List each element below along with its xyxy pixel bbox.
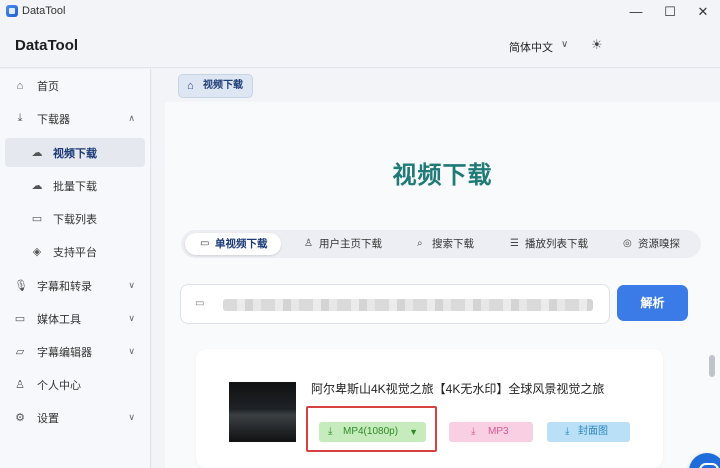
theme-toggle-icon[interactable]: ☀ bbox=[591, 37, 603, 53]
url-input[interactable]: ▭ bbox=[180, 284, 610, 324]
microphone-icon: 🎙 bbox=[14, 280, 28, 292]
mode-label: 播放列表下载 bbox=[525, 238, 588, 250]
sidebar-item-label: 支持平台 bbox=[53, 246, 97, 259]
sidebar: ⌂ 首页 ⤓ 下载器 ∧ ☁ 视频下载 ☁ 批量下载 ▭ 下载列表 ◈ 支持平台… bbox=[0, 69, 151, 468]
chevron-down-icon: ∨ bbox=[128, 280, 135, 290]
chevron-up-icon: ∧ bbox=[128, 113, 135, 123]
sidebar-item-label: 批量下载 bbox=[53, 180, 97, 193]
mp4-label: MP4(1080p) bbox=[343, 426, 399, 437]
sidebar-item-batch-download[interactable]: ☁ 批量下载 bbox=[5, 171, 145, 200]
url-input-value-blurred bbox=[223, 299, 593, 311]
video-title: 阿尔卑斯山4K视觉之旅【4K无水印】全球风景视觉之旅 bbox=[311, 382, 605, 396]
app-header: DataTool 简体中文 ∨ ☀ bbox=[0, 24, 720, 68]
sidebar-item-label: 字幕编辑器 bbox=[37, 346, 92, 359]
download-icon: ⤓ bbox=[17, 112, 23, 124]
sidebar-item-label: 下载列表 bbox=[53, 213, 97, 226]
download-icon: ⤓ bbox=[565, 426, 570, 437]
mode-label: 单视频下载 bbox=[215, 238, 268, 250]
parse-button[interactable]: 解析 bbox=[617, 285, 688, 321]
video-camera-icon: ▭ bbox=[14, 313, 26, 325]
sidebar-item-downloader[interactable]: ⤓ 下载器 ∧ bbox=[5, 104, 145, 133]
cover-download-button[interactable]: ⤓ 封面图 bbox=[547, 422, 630, 442]
sidebar-item-label: 媒体工具 bbox=[37, 313, 81, 326]
cube-icon: ◈ bbox=[32, 246, 42, 258]
archive-icon: ▭ bbox=[31, 213, 43, 225]
download-icon: ⤓ bbox=[471, 426, 476, 437]
tab-playlist-download[interactable]: ☰ 播放列表下载 bbox=[508, 233, 588, 255]
download-icon: ⤓ bbox=[328, 426, 333, 437]
mp4-download-button[interactable]: ⤓ MP4(1080p) ▼ bbox=[319, 422, 426, 442]
tab-single-video[interactable]: ▭ 单视频下载 bbox=[185, 233, 281, 255]
sidebar-item-download-list[interactable]: ▭ 下载列表 bbox=[5, 204, 145, 233]
page-title: 视频下载 bbox=[392, 162, 493, 189]
sidebar-item-supported-platforms[interactable]: ◈ 支持平台 bbox=[5, 237, 145, 266]
compass-icon: ◎ bbox=[623, 238, 632, 249]
home-icon: ⌂ bbox=[187, 80, 194, 92]
maximize-button[interactable]: ☐ bbox=[655, 2, 685, 22]
user-icon: ♙ bbox=[304, 238, 313, 249]
sidebar-item-video-download[interactable]: ☁ 视频下载 bbox=[5, 138, 145, 167]
app-logo-icon bbox=[6, 5, 18, 17]
video-thumbnail bbox=[229, 382, 296, 442]
download-mode-tabs: ▭ 单视频下载 ♙ 用户主页下载 ⌕ 搜索下载 ☰ 播放列表下载 ◎ 资源嗅探 bbox=[181, 230, 701, 258]
sidebar-item-label: 下载器 bbox=[37, 113, 70, 126]
sidebar-item-home[interactable]: ⌂ 首页 bbox=[5, 71, 145, 100]
chevron-down-icon: ∨ bbox=[128, 412, 135, 422]
tab-resource-sniffing[interactable]: ◎ 资源嗅探 bbox=[621, 233, 680, 255]
video-icon: ▭ bbox=[200, 238, 210, 249]
chevron-down-icon: ∨ bbox=[128, 346, 135, 356]
subtitle-edit-icon: ▱ bbox=[15, 346, 25, 358]
tab-video-download[interactable]: ⌂ 视频下载 bbox=[178, 74, 253, 98]
tab-label: 视频下载 bbox=[203, 80, 243, 91]
sidebar-item-subtitles[interactable]: 🎙 字幕和转录 ∨ bbox=[5, 271, 145, 300]
result-card: 阿尔卑斯山4K视觉之旅【4K无水印】全球风景视觉之旅 ⤓ MP4(1080p) … bbox=[196, 349, 663, 468]
window-titlebar: DataTool — ☐ ✕ bbox=[0, 0, 720, 24]
sidebar-item-label: 视频下载 bbox=[53, 147, 97, 160]
sidebar-item-subtitle-editor[interactable]: ▱ 字幕编辑器 ∨ bbox=[5, 337, 145, 366]
user-icon: ♙ bbox=[15, 379, 25, 391]
mode-label: 搜索下载 bbox=[432, 238, 474, 250]
gear-icon: ⚙ bbox=[15, 412, 25, 424]
caret-down-icon[interactable]: ▼ bbox=[409, 422, 418, 442]
sidebar-item-profile[interactable]: ♙ 个人中心 bbox=[5, 370, 145, 399]
main-area: ⌂ 视频下载 视频下载 ▭ 单视频下载 ♙ 用户主页下载 ⌕ 搜索下载 ☰ 播放… bbox=[152, 69, 720, 468]
sidebar-item-settings[interactable]: ⚙ 设置 ∨ bbox=[5, 403, 145, 432]
chevron-down-icon: ∨ bbox=[128, 313, 135, 323]
page-tabbar: ⌂ 视频下载 bbox=[152, 69, 720, 102]
tab-user-homepage[interactable]: ♙ 用户主页下载 bbox=[302, 233, 382, 255]
sidebar-item-label: 字幕和转录 bbox=[37, 280, 92, 293]
search-icon: ⌕ bbox=[417, 238, 423, 249]
content-panel: 视频下载 ▭ 单视频下载 ♙ 用户主页下载 ⌕ 搜索下载 ☰ 播放列表下载 ◎ … bbox=[165, 102, 720, 468]
list-icon: ☰ bbox=[510, 238, 519, 249]
cloud-download-icon: ☁ bbox=[31, 147, 43, 159]
sidebar-item-label: 首页 bbox=[37, 80, 59, 93]
home-icon: ⌂ bbox=[16, 79, 24, 92]
cover-label: 封面图 bbox=[578, 426, 608, 437]
mp3-download-button[interactable]: ⤓ MP3 bbox=[449, 422, 533, 442]
cloud-icon: ☁ bbox=[31, 180, 43, 192]
language-selector[interactable]: 简体中文 bbox=[509, 39, 553, 55]
sidebar-item-label: 设置 bbox=[37, 412, 59, 425]
video-icon: ▭ bbox=[195, 298, 205, 309]
mp3-label: MP3 bbox=[488, 426, 509, 437]
mode-label: 用户主页下载 bbox=[319, 238, 382, 250]
minimize-button[interactable]: — bbox=[621, 2, 651, 22]
chevron-down-icon[interactable]: ∨ bbox=[561, 39, 568, 50]
chat-support-button[interactable] bbox=[689, 453, 720, 468]
scrollbar-thumb[interactable] bbox=[709, 355, 715, 377]
window-title: DataTool bbox=[22, 5, 66, 17]
sidebar-item-label: 个人中心 bbox=[37, 379, 81, 392]
close-button[interactable]: ✕ bbox=[688, 2, 718, 22]
tab-search-download[interactable]: ⌕ 搜索下载 bbox=[415, 233, 474, 255]
mode-label: 资源嗅探 bbox=[638, 238, 680, 250]
sidebar-item-media-tools[interactable]: ▭ 媒体工具 ∨ bbox=[5, 304, 145, 333]
brand-title: DataTool bbox=[15, 37, 79, 54]
